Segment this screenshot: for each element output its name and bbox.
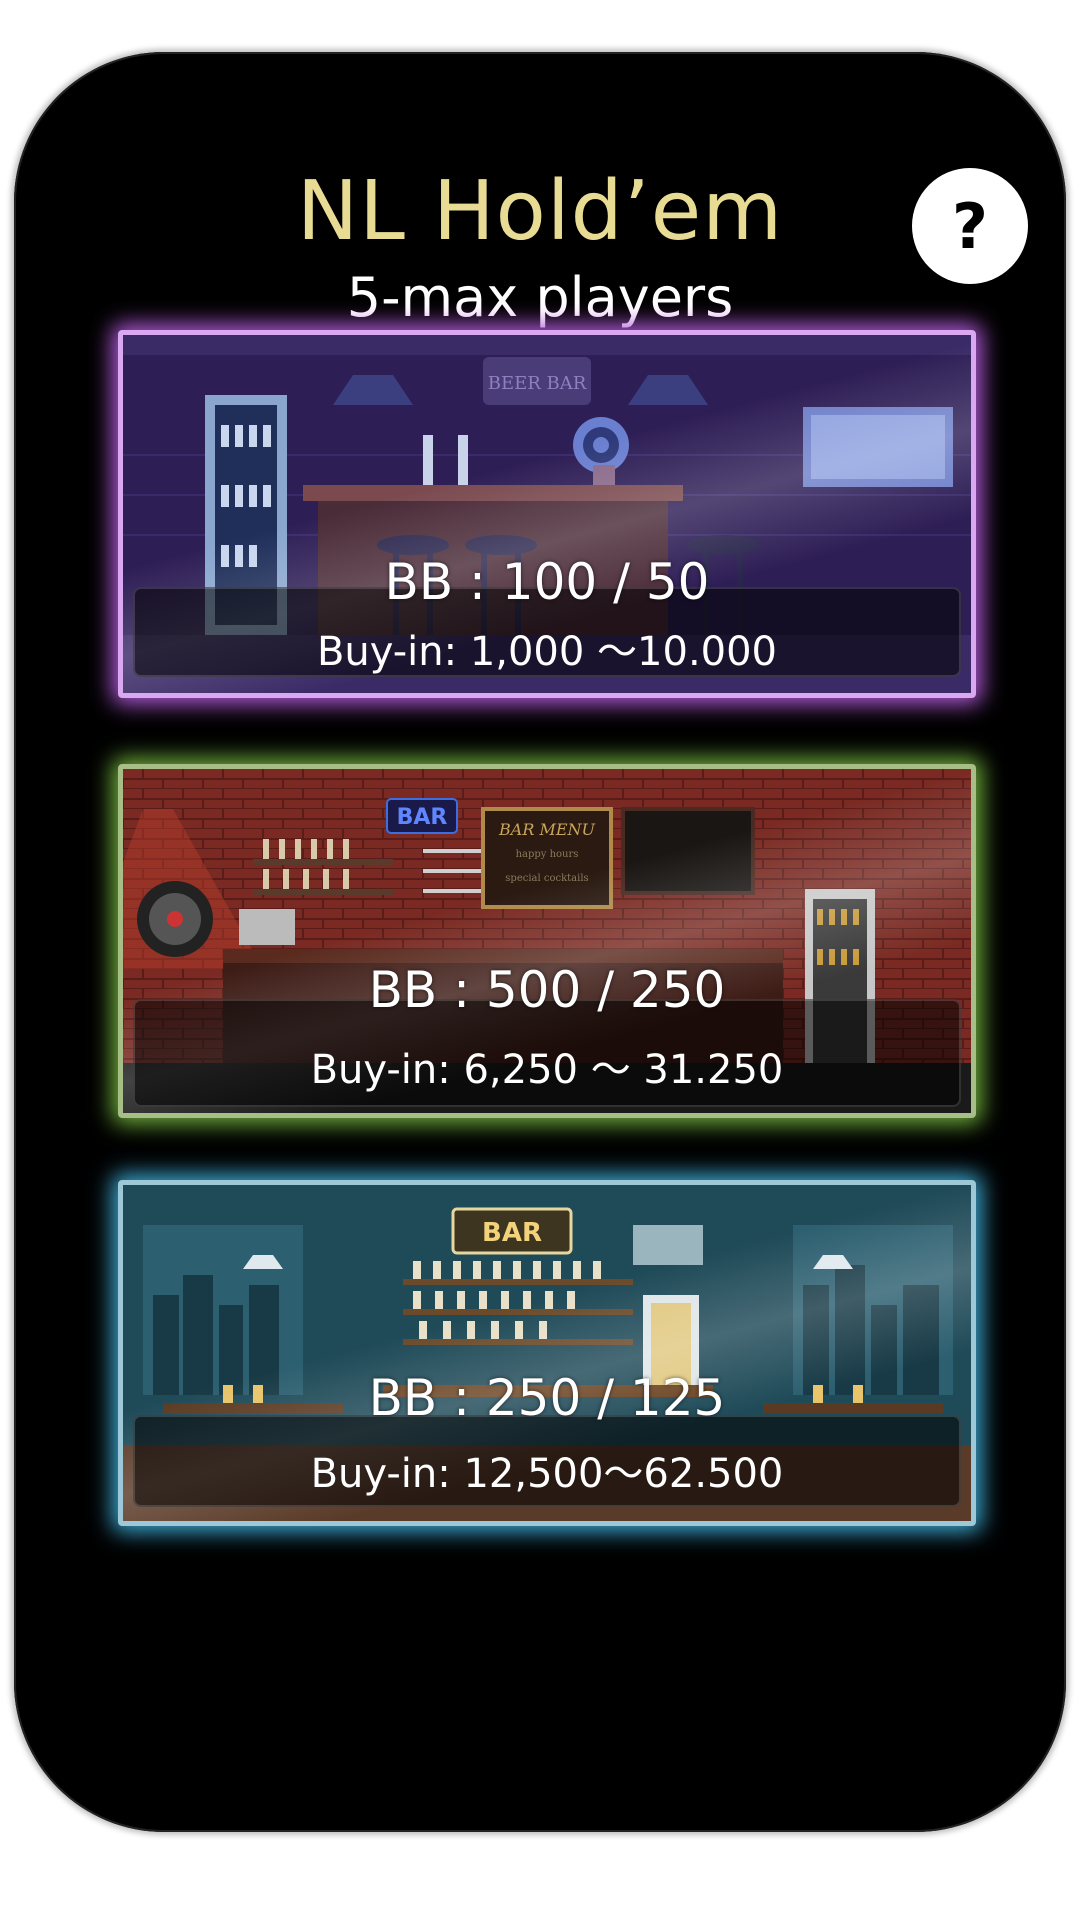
buyin-label: Buy-in: 1,000 ～10.000 xyxy=(316,629,778,675)
menu-board-line1: happy hours xyxy=(516,849,579,860)
beer-bar-sign: BEER BAR xyxy=(488,373,587,394)
help-button[interactable]: ? xyxy=(912,168,1028,284)
page-subtitle: 5-max players xyxy=(346,266,734,329)
menu-board-title: BAR MENU xyxy=(498,820,596,839)
marquee-bar-sign: BAR xyxy=(482,1218,542,1248)
big-blind-label: BB : 100 / 50 xyxy=(384,553,710,611)
question-icon: ? xyxy=(952,189,988,263)
page-title: NL Hold’em xyxy=(296,164,784,259)
room-card-beer-bar[interactable]: BEER BAR BB: 100 / 50 Buy-in: 1,000 ～10… xyxy=(118,330,976,698)
buyin-label: Buy-in: 12,500～62.500 xyxy=(310,1451,784,1497)
big-blind-label: BB : 500 / 250 xyxy=(368,961,726,1019)
room-card-brick-bar[interactable]: BAR BAR MENU happy hours special cocktai… xyxy=(118,764,976,1118)
big-blind-label: BB : 250 / 125 xyxy=(368,1369,726,1427)
menu-board-line2: special cocktails xyxy=(505,873,588,884)
room-card-city-bar[interactable]: BAR BB: 250 / 125 Buy-in: 12,500～62.500 xyxy=(118,1180,976,1526)
buyin-label: Buy-in: 6,250 ～ 31.250 xyxy=(310,1047,784,1093)
neon-bar-sign: BAR xyxy=(397,805,448,830)
